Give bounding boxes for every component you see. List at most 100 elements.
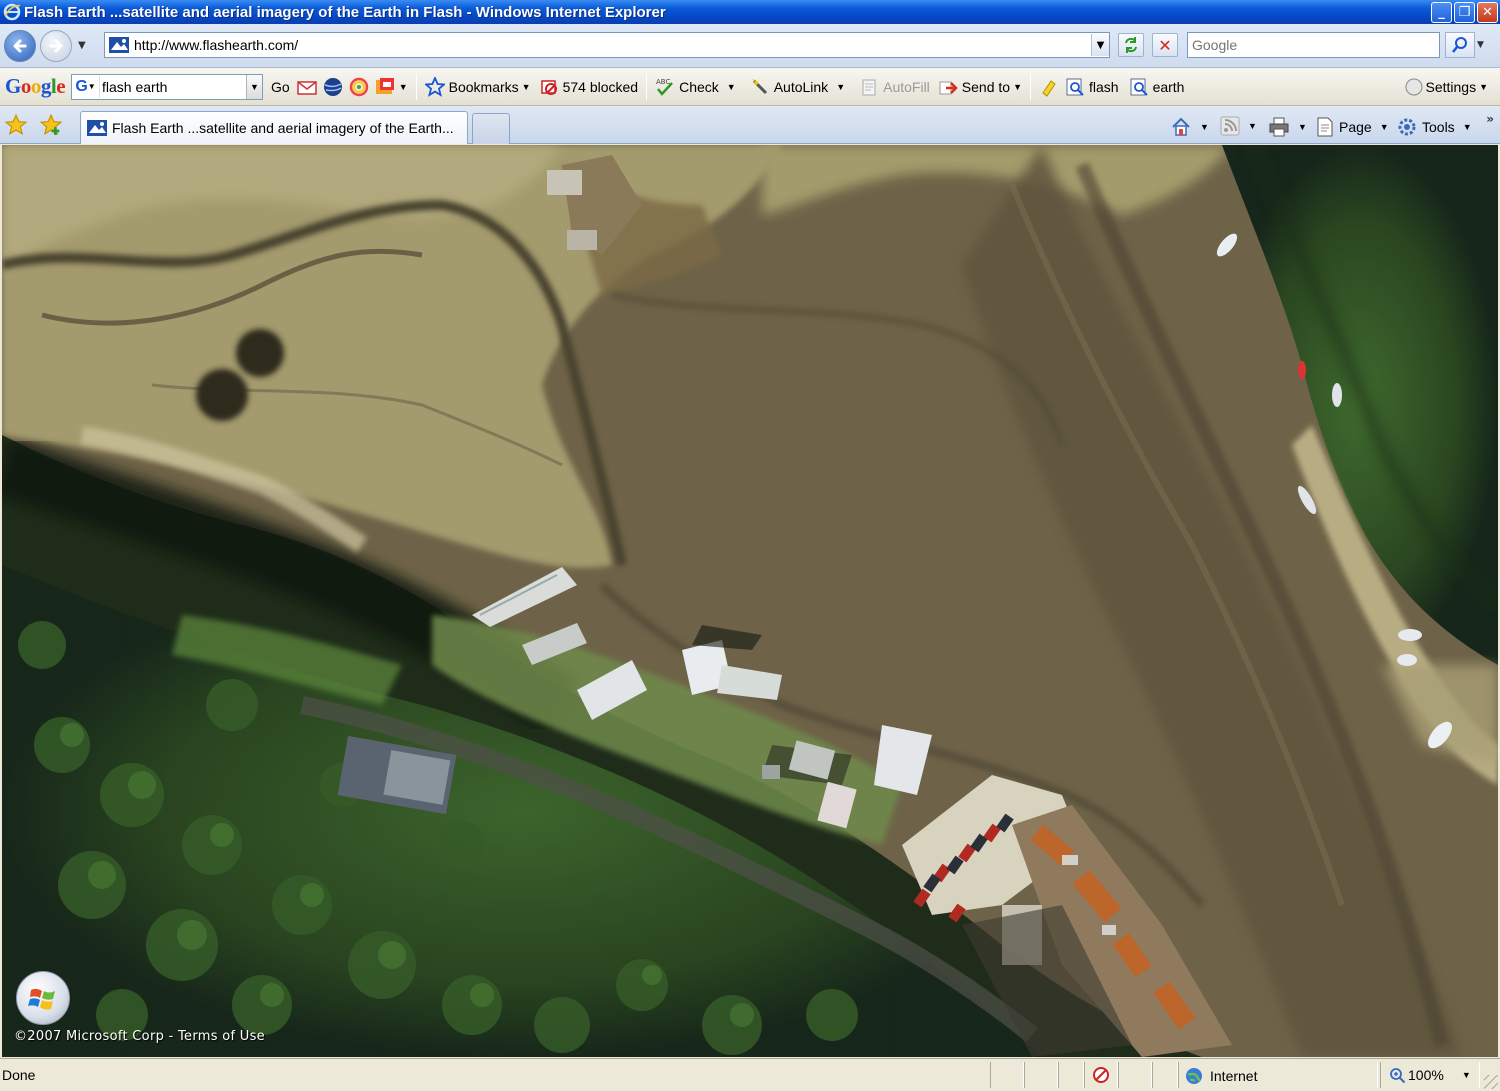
back-arrow-icon — [13, 39, 27, 53]
google-search-field[interactable]: G ▼ flash earth ▼ — [71, 73, 264, 100]
autolink-button[interactable]: AutoLink ▼ — [750, 77, 845, 97]
status-pane — [1024, 1062, 1058, 1088]
tools-label: Tools — [1422, 119, 1455, 135]
window-title: Flash Earth ...satellite and aerial imag… — [24, 3, 666, 21]
search-term-earth[interactable]: earth — [1129, 77, 1185, 97]
print-button[interactable]: ▼ — [1268, 116, 1307, 138]
address-dropdown[interactable]: ▼ — [1091, 34, 1109, 56]
address-field[interactable]: http://www.flashearth.com/ ▼ — [104, 32, 1110, 58]
search-icon — [1452, 37, 1467, 53]
search-button[interactable] — [1445, 32, 1475, 58]
restore-button[interactable]: ❐ — [1454, 2, 1475, 23]
google-logo[interactable]: Google — [5, 74, 66, 99]
tab-bar: Flash Earth ...satellite and aerial imag… — [0, 106, 1500, 144]
zoom-control[interactable]: 100% ▼ — [1388, 1066, 1471, 1084]
spell-check-button[interactable]: ABC Check ▼ — [655, 77, 736, 97]
map-copyright[interactable]: ©2007 Microsoft Corp - Terms of Use — [14, 1029, 265, 1044]
favorites-star-icon — [5, 114, 27, 135]
stop-icon: ✕ — [1158, 35, 1172, 55]
google-search-dropdown[interactable]: ▼ — [246, 74, 263, 99]
resize-grip[interactable] — [1484, 1075, 1498, 1089]
status-pane — [1152, 1062, 1178, 1088]
feeds-button[interactable]: ▼ — [1220, 116, 1257, 136]
bookmark-star-icon — [424, 76, 445, 97]
page-favicon — [109, 37, 129, 53]
print-icon — [1269, 117, 1289, 137]
globe-icon — [1186, 1068, 1202, 1084]
add-favorite-icon — [40, 114, 62, 135]
minimize-button[interactable]: _ — [1431, 2, 1452, 23]
ie-icon — [2, 2, 22, 22]
popup-blocked-button[interactable]: 574 blocked — [539, 77, 639, 97]
home-button[interactable]: ▼ — [1170, 116, 1209, 138]
url-text[interactable]: http://www.flashearth.com/ — [134, 37, 1091, 53]
zone-label: Internet — [1210, 1068, 1258, 1084]
earth-label: earth — [1152, 78, 1185, 95]
home-icon — [1172, 117, 1190, 136]
refresh-button[interactable] — [1118, 33, 1144, 57]
tab-flash-earth[interactable]: Flash Earth ...satellite and aerial imag… — [80, 111, 468, 144]
highlight-button[interactable] — [1039, 77, 1063, 97]
autofill-label: AutoFill — [883, 78, 930, 95]
toolbar-separator — [415, 73, 417, 100]
highlight-icon — [1039, 77, 1059, 97]
address-toolbar: ▼ http://www.flashearth.com/ ▼ ✕ ▼ — [0, 24, 1500, 68]
flash-label: flash — [1088, 78, 1119, 95]
search-term-icon — [1065, 77, 1085, 97]
more-commands-chevron[interactable]: » — [1486, 112, 1494, 126]
status-pane — [990, 1062, 1024, 1088]
send-to-button[interactable]: Send to ▼ — [938, 77, 1022, 97]
earth-globe-icon[interactable] — [322, 76, 344, 98]
close-button[interactable]: ✕ — [1477, 2, 1498, 23]
refresh-icon — [1125, 37, 1137, 53]
tools-dropdown[interactable]: ▼ — [399, 82, 408, 92]
page-menu-button[interactable]: Page ▼ — [1315, 116, 1389, 138]
gmail-icon[interactable] — [296, 77, 318, 97]
send-to-icon — [938, 77, 958, 97]
popup-blocker-icon[interactable] — [374, 76, 396, 98]
autofill-icon — [859, 77, 879, 97]
status-text: Done — [2, 1067, 36, 1083]
recent-pages-dropdown[interactable]: ▼ — [78, 40, 86, 51]
status-pane — [1058, 1062, 1084, 1088]
settings-button[interactable]: Settings ▼ — [1403, 77, 1488, 97]
settings-icon — [1403, 77, 1425, 97]
tab-label: Flash Earth ...satellite and aerial imag… — [112, 120, 454, 136]
back-button[interactable] — [4, 30, 36, 62]
autolink-icon — [750, 77, 770, 97]
svg-text:ABC: ABC — [656, 78, 670, 86]
popup-blocker-icon — [1093, 1067, 1109, 1083]
picasa-icon[interactable] — [348, 76, 370, 98]
search-input[interactable] — [1192, 37, 1432, 53]
new-tab-button[interactable] — [472, 113, 510, 144]
autofill-button[interactable]: AutoFill — [859, 77, 930, 97]
title-bar[interactable]: Flash Earth ...satellite and aerial imag… — [0, 0, 1500, 24]
zoom-icon — [1390, 1068, 1406, 1084]
tools-menu-button[interactable]: Tools ▼ — [1396, 116, 1472, 138]
favorites-center-button[interactable] — [5, 114, 27, 136]
status-bar: Done Internet 100% ▼ — [0, 1058, 1500, 1091]
satellite-map[interactable]: ©2007 Microsoft Corp - Terms of Use — [2, 145, 1498, 1057]
status-pane — [1118, 1062, 1152, 1088]
go-button[interactable]: Go — [271, 79, 290, 95]
toolbar-separator — [1029, 73, 1031, 100]
windows-live-logo[interactable] — [16, 971, 70, 1025]
forward-button[interactable] — [40, 30, 72, 62]
popup-blocker-status[interactable] — [1084, 1062, 1118, 1088]
bookmarks-button[interactable]: Bookmarks ▼ — [424, 76, 531, 97]
security-zone[interactable]: Internet — [1184, 1066, 1257, 1086]
page-favicon — [87, 120, 107, 136]
windows-logo-icon — [28, 988, 55, 1010]
toolbar-separator — [646, 73, 648, 100]
autolink-label: AutoLink — [773, 78, 829, 95]
google-g-icon[interactable]: G ▼ — [72, 75, 101, 98]
stop-button[interactable]: ✕ — [1152, 33, 1178, 57]
zoom-label: 100% — [1408, 1067, 1444, 1083]
blocked-count: 574 blocked — [562, 78, 639, 95]
search-term-flash[interactable]: flash — [1065, 77, 1119, 97]
search-box[interactable] — [1187, 32, 1440, 58]
aerial-imagery — [2, 145, 1498, 1057]
google-search-value[interactable]: flash earth — [102, 79, 246, 95]
search-options-dropdown[interactable]: ▼ — [1477, 40, 1484, 50]
add-favorite-button[interactable] — [40, 114, 62, 136]
